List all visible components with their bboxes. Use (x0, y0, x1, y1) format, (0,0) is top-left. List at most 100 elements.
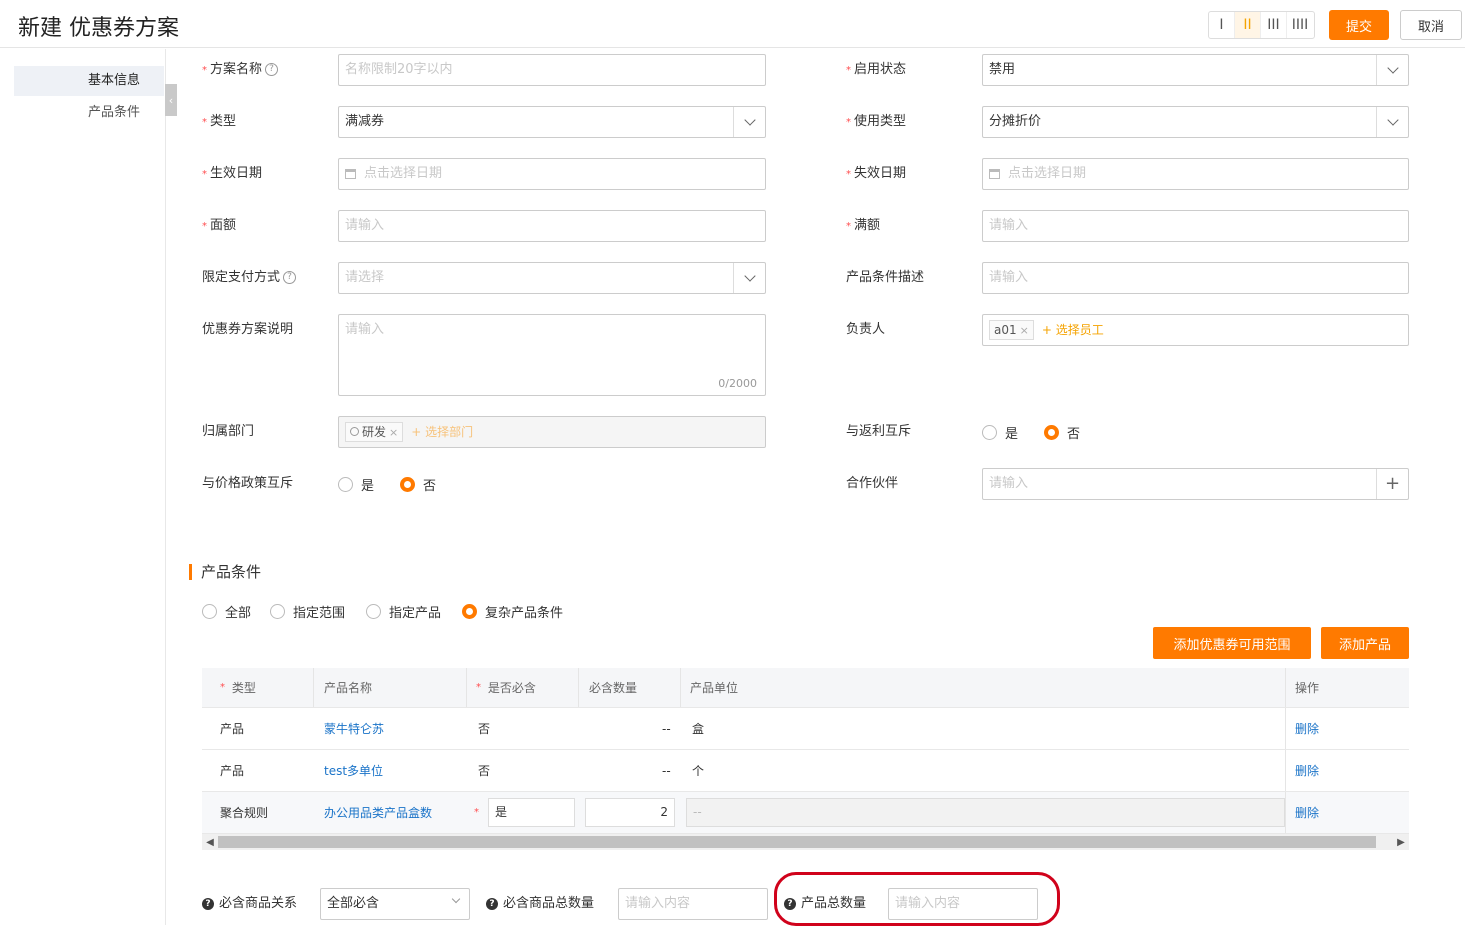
unit-input[interactable]: -- (686, 798, 1285, 827)
help-icon[interactable]: ? (265, 63, 279, 76)
close-icon[interactable]: × (1020, 324, 1029, 337)
effective-date-picker[interactable]: 点击选择日期 (338, 158, 766, 190)
table-row: 聚合规则 办公用品类产品盒数 * 是 2 -- 删除 (202, 792, 1409, 834)
chevron-down-icon (1376, 107, 1408, 137)
product-option-range-radio[interactable]: 指定范围 (270, 595, 345, 627)
scroll-right-icon[interactable]: ▶ (1393, 834, 1409, 850)
expiry-date-picker[interactable]: 点击选择日期 (982, 158, 1409, 190)
price-policy-exclusive-no-radio[interactable]: 否 (400, 468, 436, 500)
usage-type-select[interactable]: 分摊折价 (982, 106, 1409, 138)
scheme-name-label: * 方案名称? (202, 54, 279, 86)
type-select[interactable]: 满减券 (338, 106, 766, 138)
partner-label: 合作伙伴 (846, 476, 899, 491)
department-icon (350, 427, 359, 436)
department-field[interactable]: 研发 × + 选择部门 (338, 416, 766, 448)
view-four-column-button[interactable]: IIII (1287, 12, 1313, 38)
cell-unit: 盒 (692, 722, 705, 736)
scheme-desc-textarea[interactable]: 请输入 0/2000 (338, 314, 766, 396)
product-condition-desc-input[interactable]: 请输入 (982, 262, 1409, 294)
column-view-switcher: I II III IIII (1208, 11, 1315, 39)
department-label: 归属部门 (202, 424, 255, 439)
partner-input[interactable]: 请输入 + (982, 468, 1409, 500)
scroll-left-icon[interactable]: ◀ (202, 834, 218, 850)
relation-select[interactable]: 全部必含 (320, 888, 470, 920)
threshold-label: * 满额 (846, 218, 881, 233)
product-condition-desc-label: 产品条件描述 (846, 270, 925, 285)
help-icon[interactable]: ? (486, 897, 498, 910)
usage-type-label: * 使用类型 (846, 114, 907, 129)
required-total-input[interactable]: 请输入内容 (618, 888, 768, 920)
highlight-annotation (774, 872, 1060, 926)
threshold-input[interactable]: 请输入 (982, 210, 1409, 242)
product-option-all-radio[interactable]: 全部 (202, 595, 251, 627)
add-scope-button[interactable]: 添加优惠券可用范围 (1153, 627, 1311, 659)
cell-required: 否 (478, 764, 491, 778)
delete-link[interactable]: 删除 (1295, 792, 1319, 833)
scheme-desc-label: 优惠券方案说明 (202, 322, 294, 337)
horizontal-scrollbar[interactable]: ◀ ▶ (202, 834, 1409, 850)
help-icon[interactable]: ? (202, 897, 214, 910)
required-marker: * (474, 807, 479, 818)
calendar-icon (989, 168, 1000, 179)
owner-field[interactable]: a01 × + 选择员工 (982, 314, 1409, 346)
rebate-exclusive-yes-radio[interactable]: 是 (982, 416, 1018, 448)
table-row: 产品 test多单位 否 -- 个 删除 (202, 750, 1409, 792)
cell-required: 否 (478, 722, 491, 736)
cell-type: 聚合规则 (220, 806, 269, 820)
help-icon[interactable]: ? (283, 271, 297, 284)
chevron-left-icon: ‹ (168, 93, 174, 107)
view-one-column-button[interactable]: I (1209, 12, 1235, 38)
cell-qty: -- (662, 721, 671, 736)
header-action: 操作 (1295, 681, 1320, 695)
sidebar-item-product-conditions[interactable]: 产品条件 (14, 98, 164, 128)
add-product-button[interactable]: 添加产品 (1321, 627, 1409, 659)
chevron-down-icon (733, 107, 765, 137)
product-section-title: 产品条件 (201, 563, 262, 581)
rebate-exclusive-no-radio[interactable]: 否 (1044, 416, 1080, 448)
section-accent-bar (189, 564, 192, 580)
select-department-link[interactable]: + 选择部门 (411, 425, 473, 439)
table-header: * 类型 产品名称 * 是否必含 必含数量 产品单位 操作 (202, 668, 1409, 708)
cell-type: 产品 (220, 764, 245, 778)
submit-button[interactable]: 提交 (1329, 10, 1389, 40)
chevron-down-icon (1376, 55, 1408, 85)
sidebar-collapse-toggle[interactable]: ‹ (165, 84, 177, 116)
required-total-label: ? 必含商品总数量 (486, 888, 594, 920)
enable-status-select[interactable]: 禁用 (982, 54, 1409, 86)
view-three-column-button[interactable]: III (1261, 12, 1287, 38)
price-policy-exclusive-label: 与价格政策互斥 (202, 476, 294, 491)
required-select[interactable]: 是 (488, 798, 575, 827)
rebate-exclusive-label: 与返利互斥 (846, 424, 912, 439)
plus-icon[interactable]: + (1376, 469, 1408, 499)
product-link[interactable]: test多单位 (324, 750, 383, 791)
product-option-specific-radio[interactable]: 指定产品 (366, 595, 441, 627)
relation-label: ? 必含商品关系 (202, 888, 297, 920)
header-product-name: 产品名称 (324, 681, 373, 695)
header-type: * 类型 (220, 681, 256, 695)
effective-date-label: * 生效日期 (202, 166, 263, 181)
scrollbar-thumb[interactable] (218, 836, 1376, 848)
scheme-name-input[interactable]: 名称限制20字以内 (338, 54, 766, 86)
chevron-down-icon (733, 263, 765, 293)
price-policy-exclusive-yes-radio[interactable]: 是 (338, 468, 374, 500)
cancel-button[interactable]: 取消 (1400, 10, 1462, 40)
delete-link[interactable]: 删除 (1295, 708, 1319, 749)
header-unit: 产品单位 (690, 681, 739, 695)
enable-status-label: * 启用状态 (846, 62, 907, 77)
face-value-input[interactable]: 请输入 (338, 210, 766, 242)
view-two-column-button[interactable]: II (1235, 12, 1261, 38)
close-icon[interactable]: × (389, 426, 398, 439)
cell-unit: 个 (692, 764, 705, 778)
product-link[interactable]: 办公用品类产品盒数 (324, 792, 432, 833)
delete-link[interactable]: 删除 (1295, 750, 1319, 791)
table-row: 产品 蒙牛特仑苏 否 -- 盒 删除 (202, 708, 1409, 750)
payment-method-select[interactable]: 请选择 (338, 262, 766, 294)
header-required-qty: 必含数量 (589, 681, 638, 695)
product-link[interactable]: 蒙牛特仑苏 (324, 708, 384, 749)
product-option-complex-radio[interactable]: 复杂产品条件 (462, 595, 563, 627)
select-employee-link[interactable]: + 选择员工 (1042, 323, 1104, 337)
sidebar-item-basic-info[interactable]: 基本信息 (14, 66, 164, 96)
expiry-date-label: * 失效日期 (846, 166, 907, 181)
required-qty-input[interactable]: 2 (585, 798, 675, 827)
type-label: * 类型 (202, 114, 237, 129)
